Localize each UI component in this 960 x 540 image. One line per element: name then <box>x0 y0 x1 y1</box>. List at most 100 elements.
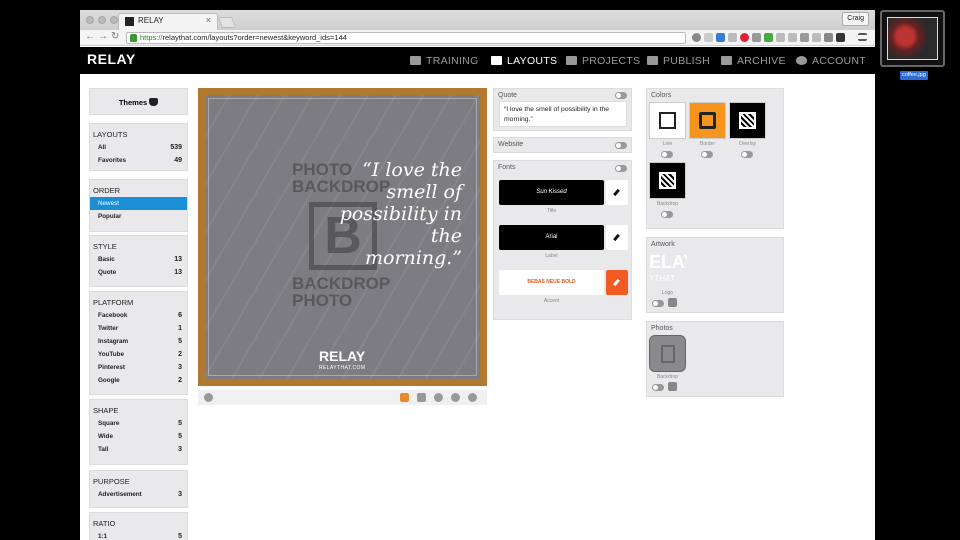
reload-icon[interactable]: ↻ <box>111 31 119 42</box>
accent-color-picker[interactable] <box>606 270 628 295</box>
filter-title: ORDER <box>93 186 121 195</box>
filter-item-ratio[interactable]: 1:1 5 <box>90 530 187 540</box>
line-swatch-icon <box>659 112 676 129</box>
pinterest-icon[interactable] <box>740 33 749 42</box>
filter-item-facebook[interactable]: Facebook 6 <box>90 309 187 322</box>
backdrop-toggle[interactable] <box>661 211 673 218</box>
fonts-toggle[interactable] <box>615 165 627 172</box>
order-filter: ORDER Newest Popular <box>89 179 188 232</box>
filter-item-twitter[interactable]: Twitter 1 <box>90 322 187 335</box>
extension-icon[interactable] <box>800 33 809 42</box>
file-name-label: coffee.jpg <box>900 71 928 80</box>
filter-item-popular[interactable]: Popular <box>90 210 187 223</box>
minimize-window-button[interactable] <box>98 16 106 24</box>
filter-item-basic[interactable]: Basic 13 <box>90 253 187 266</box>
line-toggle[interactable] <box>661 151 673 158</box>
nav-layouts[interactable]: LAYOUTS <box>491 55 557 67</box>
folder-icon <box>566 56 577 65</box>
swatch-backdrop[interactable] <box>649 162 686 199</box>
extension-icon[interactable] <box>776 33 785 42</box>
photo-toggle[interactable] <box>652 384 664 391</box>
close-window-button[interactable] <box>86 16 94 24</box>
nav-publish[interactable]: PUBLISH <box>647 55 710 67</box>
artwork-toggle[interactable] <box>652 300 664 307</box>
menu-icon[interactable] <box>858 33 867 41</box>
panel-title: Quote <box>498 92 518 99</box>
address-bar[interactable]: https://relaythat.com/layouts?order=newe… <box>126 32 686 44</box>
panel-title: Photos <box>651 325 673 332</box>
magnifier-icon[interactable] <box>692 33 701 42</box>
border-toggle[interactable] <box>701 151 713 158</box>
design-canvas-frame[interactable]: PHOTO BACKDROP B BACKDROP PHOTO “I love … <box>198 88 487 386</box>
filter-item-wide[interactable]: Wide 5 <box>90 430 187 443</box>
design-canvas[interactable]: PHOTO BACKDROP B BACKDROP PHOTO “I love … <box>205 95 480 379</box>
accent-font-selector[interactable]: BEBAS NEUE BOLD <box>499 270 604 295</box>
star-icon[interactable] <box>704 33 713 42</box>
filter-item-quote[interactable]: Quote 13 <box>90 266 187 279</box>
browser-tab[interactable]: RELAY × <box>118 13 218 30</box>
website-toggle[interactable] <box>615 142 627 149</box>
filter-item-square[interactable]: Square 5 <box>90 417 187 430</box>
nav-archive[interactable]: ARCHIVE <box>721 55 786 67</box>
gear-icon <box>796 56 807 65</box>
address-bar-row: ← → ↻ https://relaythat.com/layouts?orde… <box>80 30 875 46</box>
label-color-picker[interactable] <box>606 225 628 250</box>
wrench-icon[interactable] <box>668 382 677 391</box>
watermark-bottom-text: BACKDROP PHOTO <box>292 274 390 310</box>
extension-icon[interactable] <box>716 33 725 42</box>
themes-button[interactable]: Themes <box>89 88 188 115</box>
style-filter: STYLE Basic 13 Quote 13 <box>89 235 188 287</box>
filter-item-all[interactable]: All 539 <box>90 141 187 154</box>
buffer-icon[interactable] <box>836 33 845 42</box>
filter-item-youtube[interactable]: YouTube 2 <box>90 348 187 361</box>
filter-item-favorites[interactable]: Favorites 49 <box>90 154 187 167</box>
nav-account[interactable]: ACCOUNT <box>796 55 866 67</box>
new-tab-button[interactable] <box>217 17 237 28</box>
cloud-icon[interactable] <box>812 33 821 42</box>
duplicate-icon[interactable] <box>417 393 426 402</box>
logo-thumbnail[interactable]: ELAY YTHAT <box>649 250 687 290</box>
cloud-download-icon[interactable] <box>451 393 460 402</box>
extension-icon[interactable] <box>824 33 833 42</box>
extension-icon[interactable] <box>788 33 797 42</box>
filter-item-newest[interactable]: Newest <box>90 197 187 210</box>
title-font-selector[interactable]: Sun Kissed <box>499 180 604 205</box>
quote-text-input[interactable]: “I love the smell of possibility in the … <box>499 101 627 127</box>
filter-item-tall[interactable]: Tall 3 <box>90 443 187 456</box>
filter-item-pinterest[interactable]: Pinterest 3 <box>90 361 187 374</box>
overlay-toggle[interactable] <box>741 151 753 158</box>
swatch-border[interactable] <box>689 102 726 139</box>
nav-projects[interactable]: PROJECTS <box>566 55 640 67</box>
user-profile-button[interactable]: Craig <box>842 12 869 26</box>
wrench-icon[interactable] <box>400 393 409 402</box>
share-icon[interactable] <box>468 393 477 402</box>
evernote-icon[interactable] <box>764 33 773 42</box>
canvas-brand-logo[interactable]: RELAY <box>319 349 365 363</box>
purpose-filter: PURPOSE Advertisement 3 <box>89 470 188 508</box>
swatch-line[interactable] <box>649 102 686 139</box>
filter-item-google[interactable]: Google 2 <box>90 374 187 387</box>
title-color-picker[interactable] <box>606 180 628 205</box>
nav-training[interactable]: TRAINING <box>410 55 479 67</box>
canvas-quote-text[interactable]: “I love the smell of possibility in the … <box>332 159 462 269</box>
forward-icon[interactable]: → <box>98 31 108 42</box>
swatch-overlay[interactable] <box>729 102 766 139</box>
panel-title: Artwork <box>651 241 675 248</box>
dragged-file-thumbnail[interactable] <box>880 10 945 67</box>
filter-item-instagram[interactable]: Instagram 5 <box>90 335 187 348</box>
back-icon[interactable]: ← <box>85 31 95 42</box>
wrench-icon[interactable] <box>668 298 677 307</box>
photo-thumbnail[interactable] <box>649 335 686 372</box>
filter-item-advertisement[interactable]: Advertisement 3 <box>90 488 187 501</box>
quote-toggle[interactable] <box>615 92 627 99</box>
heart-icon[interactable] <box>434 393 443 402</box>
relay-logo[interactable]: RELAY <box>87 51 136 67</box>
tab-close-icon[interactable]: × <box>206 15 211 25</box>
zoom-window-button[interactable] <box>110 16 118 24</box>
filter-title: PURPOSE <box>93 477 130 486</box>
extension-icon[interactable] <box>728 33 737 42</box>
label-font-selector[interactable]: Arial <box>499 225 604 250</box>
backdrop-swatch-icon <box>659 172 676 189</box>
camera-icon[interactable] <box>752 33 761 42</box>
eye-icon[interactable] <box>204 393 213 402</box>
